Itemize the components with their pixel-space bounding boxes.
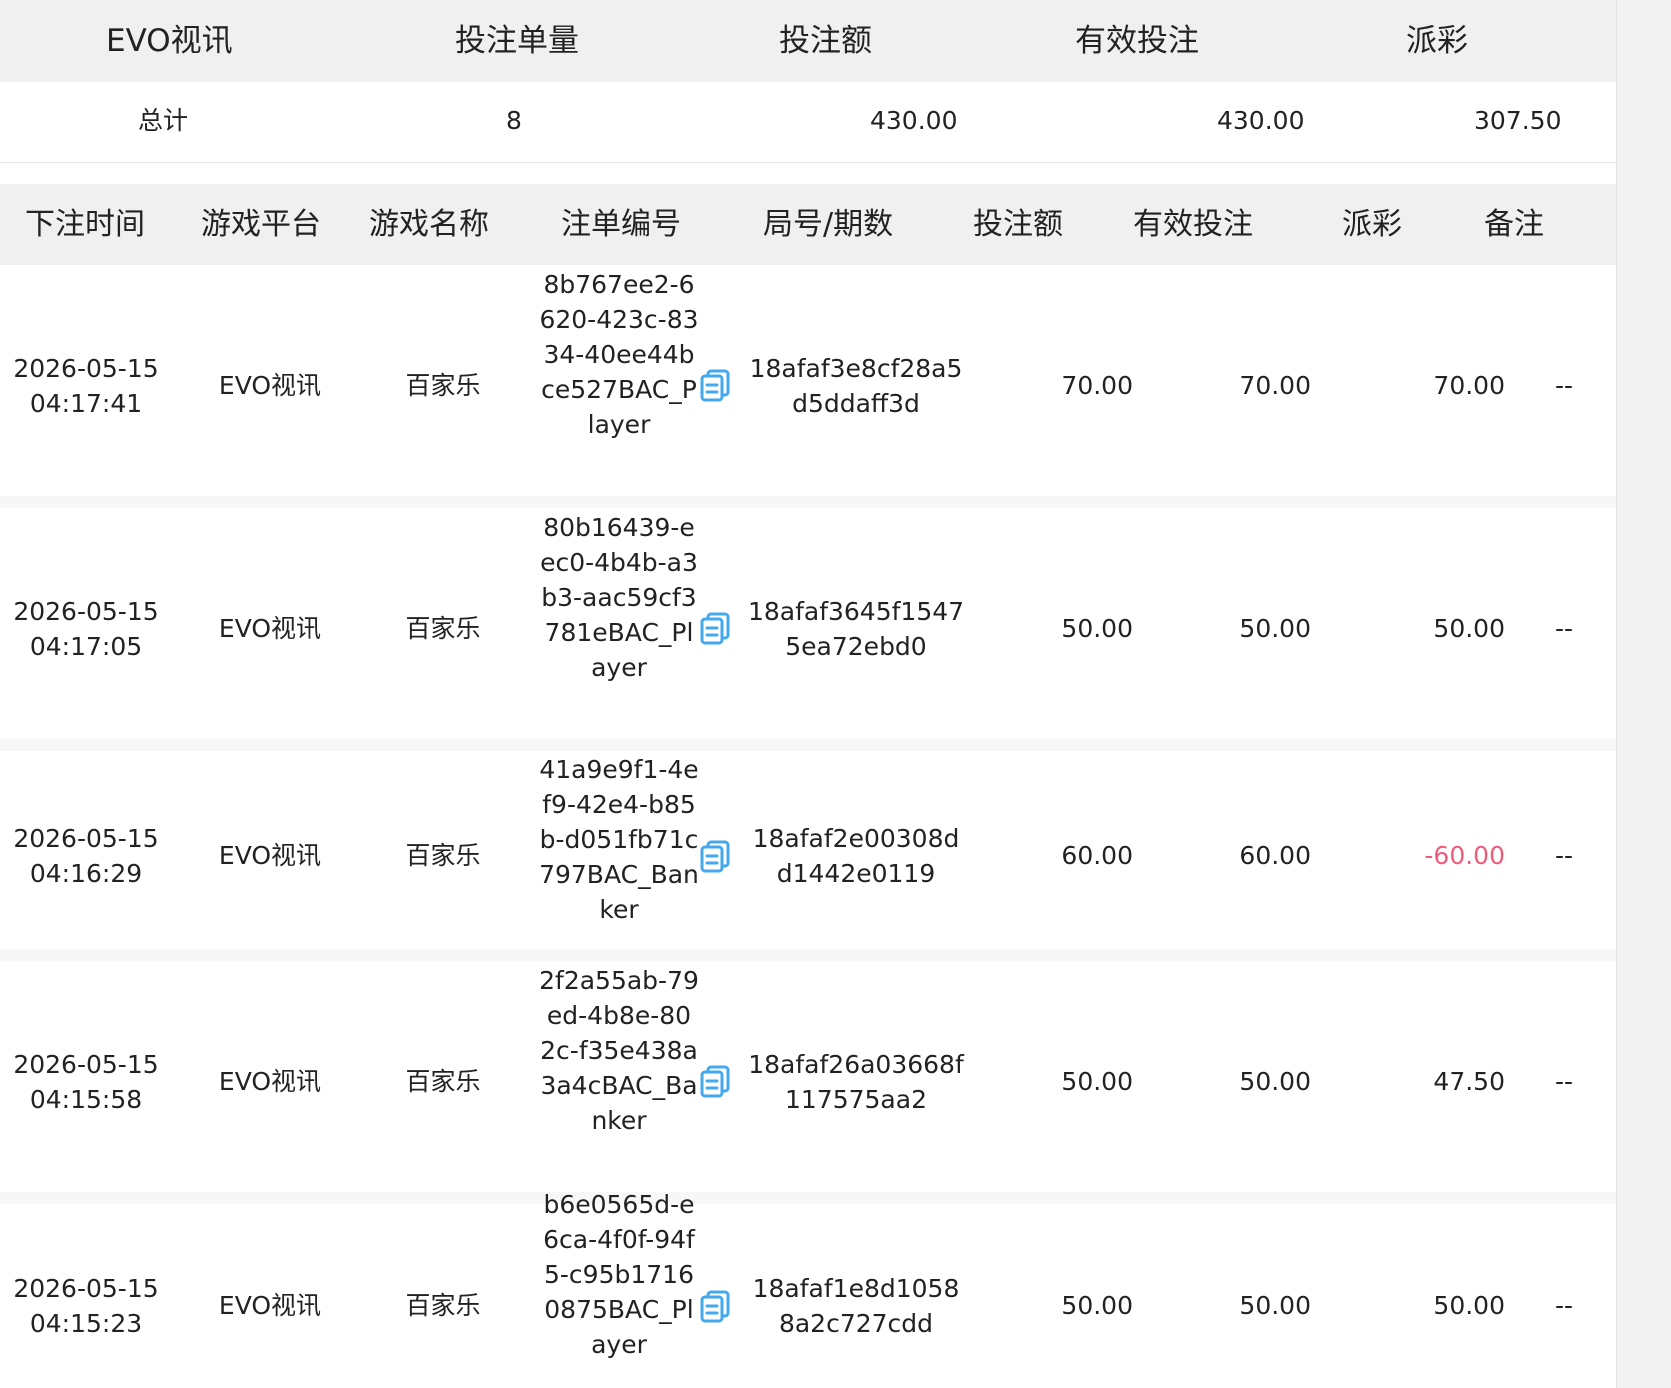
table-row: 2026-05-15 04:17:41 EVO视讯 百家乐 8b767ee2-6… <box>0 265 1616 508</box>
summary-header: EVO视讯 投注单量 投注额 有效投注 派彩 <box>0 0 1616 82</box>
column-header-valid-bet: 有效投注 <box>1133 207 1253 242</box>
valid-bet: 50.00 <box>1239 1067 1311 1096</box>
column-header-remark: 备注 <box>1484 207 1544 242</box>
column-header-game: 游戏名称 <box>369 207 489 242</box>
game-name: 百家乐 <box>405 1067 481 1096</box>
bet-amount: 70.00 <box>1061 371 1133 400</box>
round-number: 18afaf3645f15475ea72ebd0 <box>747 597 965 661</box>
bet-time: 2026-05-15 04:15:58 <box>13 1050 159 1114</box>
bet-amount: 50.00 <box>1061 1067 1133 1096</box>
copy-icon[interactable] <box>697 1286 735 1324</box>
summary-total-bet-amount: 430.00 <box>870 106 958 135</box>
content-area: EVO视讯 投注单量 投注额 有效投注 派彩 总计 8 430.00 430.0… <box>0 0 1616 1388</box>
valid-bet: 50.00 <box>1239 614 1311 643</box>
summary-total-payout: 307.50 <box>1474 106 1562 135</box>
game-platform: EVO视讯 <box>218 614 322 643</box>
bet-amount: 50.00 <box>1061 614 1133 643</box>
page-scroll-area[interactable] <box>1616 0 1671 1388</box>
bet-amount: 50.00 <box>1061 1291 1133 1320</box>
copy-icon[interactable] <box>697 608 735 646</box>
payout: 70.00 <box>1433 371 1505 400</box>
summary-header-platform: EVO视讯 <box>106 23 233 59</box>
table-row: 2026-05-15 04:15:58 EVO视讯 百家乐 2f2a55ab-7… <box>0 961 1616 1204</box>
payout: 50.00 <box>1433 1291 1505 1320</box>
column-header-round: 局号/期数 <box>763 207 894 242</box>
betting-record-page: EVO视讯 投注单量 投注额 有效投注 派彩 总计 8 430.00 430.0… <box>0 0 1671 1388</box>
game-name: 百家乐 <box>405 1291 481 1320</box>
summary-header-bet-amount: 投注额 <box>779 23 872 59</box>
column-header-platform: 游戏平台 <box>201 207 321 242</box>
bet-amount: 60.00 <box>1061 841 1133 870</box>
order-id: 80b16439-eec0-4b4b-a3b3-aac59cf3781eBAC_… <box>540 513 698 682</box>
valid-bet: 60.00 <box>1239 841 1311 870</box>
round-number: 18afaf1e8d10588a2c727cdd <box>752 1274 960 1338</box>
remark: -- <box>1554 371 1574 400</box>
copy-icon[interactable] <box>697 365 735 403</box>
bet-time: 2026-05-15 04:16:29 <box>13 824 159 888</box>
order-id: 41a9e9f1-4ef9-42e4-b85b-d051fb71c797BAC_… <box>539 755 699 924</box>
game-platform: EVO视讯 <box>218 1067 322 1096</box>
bet-record-table: 下注时间 游戏平台 游戏名称 注单编号 局号/期数 投注额 有效投注 派彩 备注… <box>0 184 1616 1388</box>
summary-total-valid-bet: 430.00 <box>1217 106 1305 135</box>
remark: -- <box>1554 1291 1574 1320</box>
round-number: 18afaf26a03668f117575aa2 <box>748 1050 964 1114</box>
game-platform: EVO视讯 <box>218 1291 322 1320</box>
bet-time: 2026-05-15 04:17:05 <box>13 597 159 661</box>
remark: -- <box>1554 1067 1574 1096</box>
round-number: 18afaf2e00308dd1442e0119 <box>752 824 960 888</box>
payout: 50.00 <box>1433 614 1505 643</box>
copy-icon[interactable] <box>697 1061 735 1099</box>
column-header-order-id: 注单编号 <box>561 207 681 242</box>
remark: -- <box>1554 614 1574 643</box>
summary-panel: EVO视讯 投注单量 投注额 有效投注 派彩 总计 8 430.00 430.0… <box>0 0 1616 163</box>
table-row: 2026-05-15 04:17:05 EVO视讯 百家乐 80b16439-e… <box>0 508 1616 751</box>
game-name: 百家乐 <box>405 841 481 870</box>
table-row: 2026-05-15 04:16:29 EVO视讯 百家乐 41a9e9f1-4… <box>0 751 1616 961</box>
summary-total-count: 8 <box>506 106 522 135</box>
order-id: b6e0565d-e6ca-4f0f-94f5-c95b17160875BAC_… <box>543 1190 695 1359</box>
game-name: 百家乐 <box>405 614 481 643</box>
copy-icon[interactable] <box>697 836 735 874</box>
game-platform: EVO视讯 <box>218 841 322 870</box>
column-header-bet-amount: 投注额 <box>973 207 1063 242</box>
round-number: 18afaf3e8cf28a5d5ddaff3d <box>749 354 963 418</box>
bet-time: 2026-05-15 04:17:41 <box>13 354 159 418</box>
payout-negative: -60.00 <box>1424 841 1505 870</box>
summary-header-valid-bet: 有效投注 <box>1075 23 1199 59</box>
remark: -- <box>1554 841 1574 870</box>
game-platform: EVO视讯 <box>218 371 322 400</box>
column-header-payout: 派彩 <box>1342 207 1402 242</box>
order-id: 2f2a55ab-79ed-4b8e-802c-f35e438a3a4cBAC_… <box>539 966 699 1135</box>
summary-header-count: 投注单量 <box>455 23 579 59</box>
column-header-time: 下注时间 <box>25 207 145 242</box>
valid-bet: 50.00 <box>1239 1291 1311 1320</box>
bet-time: 2026-05-15 04:15:23 <box>13 1274 159 1338</box>
table-header: 下注时间 游戏平台 游戏名称 注单编号 局号/期数 投注额 有效投注 派彩 备注 <box>0 184 1616 265</box>
game-name: 百家乐 <box>405 371 481 400</box>
summary-total-row <box>0 82 1616 163</box>
order-id: 8b767ee2-6620-423c-8334-40ee44bce527BAC_… <box>539 270 699 439</box>
payout: 47.50 <box>1433 1067 1505 1096</box>
summary-header-payout: 派彩 <box>1406 23 1468 59</box>
table-row: 2026-05-15 04:15:23 EVO视讯 百家乐 b6e0565d-e… <box>0 1190 1616 1388</box>
valid-bet: 70.00 <box>1239 371 1311 400</box>
summary-total-label: 总计 <box>138 106 189 135</box>
